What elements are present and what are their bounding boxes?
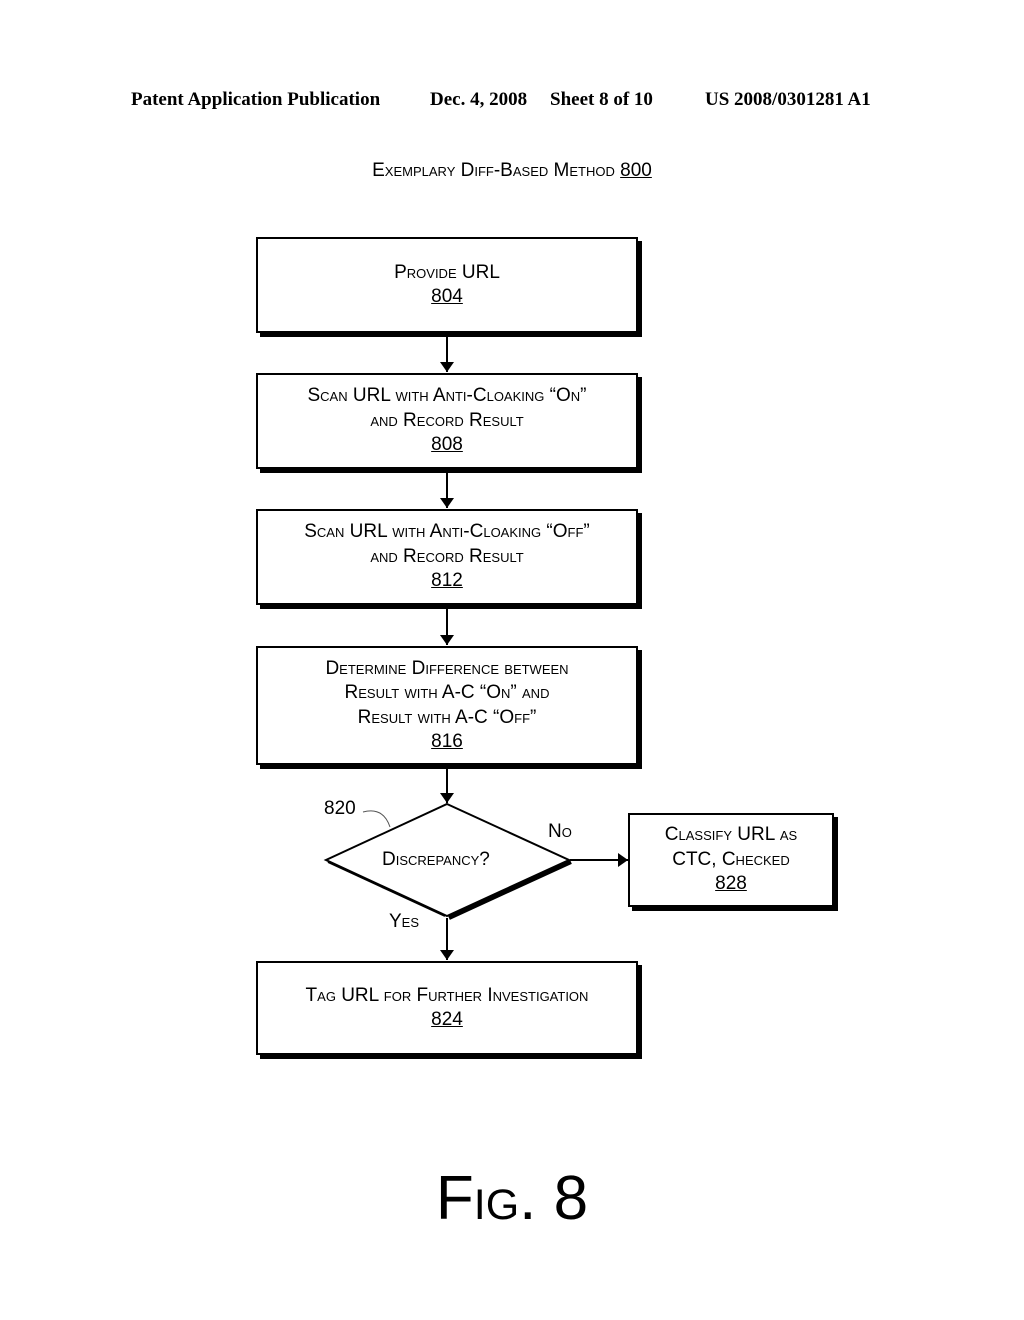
step-tag-url: Tag URL for Further Investigation 824 [256, 961, 638, 1055]
step-text: Result with A-C “Off” [357, 706, 537, 728]
step-scan-anti-cloaking-off: Scan URL with Anti-Cloaking “Off” and Re… [256, 509, 638, 605]
figure-label: Fig. 8 [435, 1164, 589, 1233]
decision-text: Discrepancy? [382, 849, 490, 870]
step-text: Provide URL [394, 261, 500, 283]
step-ref: 812 [431, 570, 463, 592]
step-text: Result with A-C “On” and [344, 682, 550, 703]
step-text: and Record Result [370, 409, 524, 431]
step-determine-difference: Determine Difference between Result with… [256, 646, 638, 765]
step-provide-url: Provide URL 804 [256, 237, 638, 333]
ref-820-leader [362, 810, 391, 828]
step-ref: 828 [715, 873, 747, 895]
step-text: Classify URL as [664, 824, 798, 846]
step-classify-url: Classify URL as CTC, Checked 828 [628, 813, 834, 907]
step-text: and Record Result [370, 545, 524, 567]
edge-label-no: No [548, 821, 572, 842]
step-ref: 824 [431, 1009, 463, 1030]
decision-ref-820: 820 [324, 798, 356, 819]
step-ref: 804 [431, 286, 463, 307]
step-text: Scan URL with Anti-Cloaking “On” [307, 385, 587, 407]
edge-label-yes: Yes [389, 911, 420, 932]
step-text: Scan URL with Anti-Cloaking “Off” [304, 521, 590, 543]
step-ref: 816 [431, 731, 463, 752]
step-text: CTC, Checked [672, 848, 790, 870]
step-text: Tag URL for Further Investigation [305, 984, 589, 1006]
step-text: Determine Difference between [325, 657, 569, 679]
step-ref: 808 [431, 434, 463, 456]
step-scan-anti-cloaking-on: Scan URL with Anti-Cloaking “On” and Rec… [256, 373, 638, 469]
